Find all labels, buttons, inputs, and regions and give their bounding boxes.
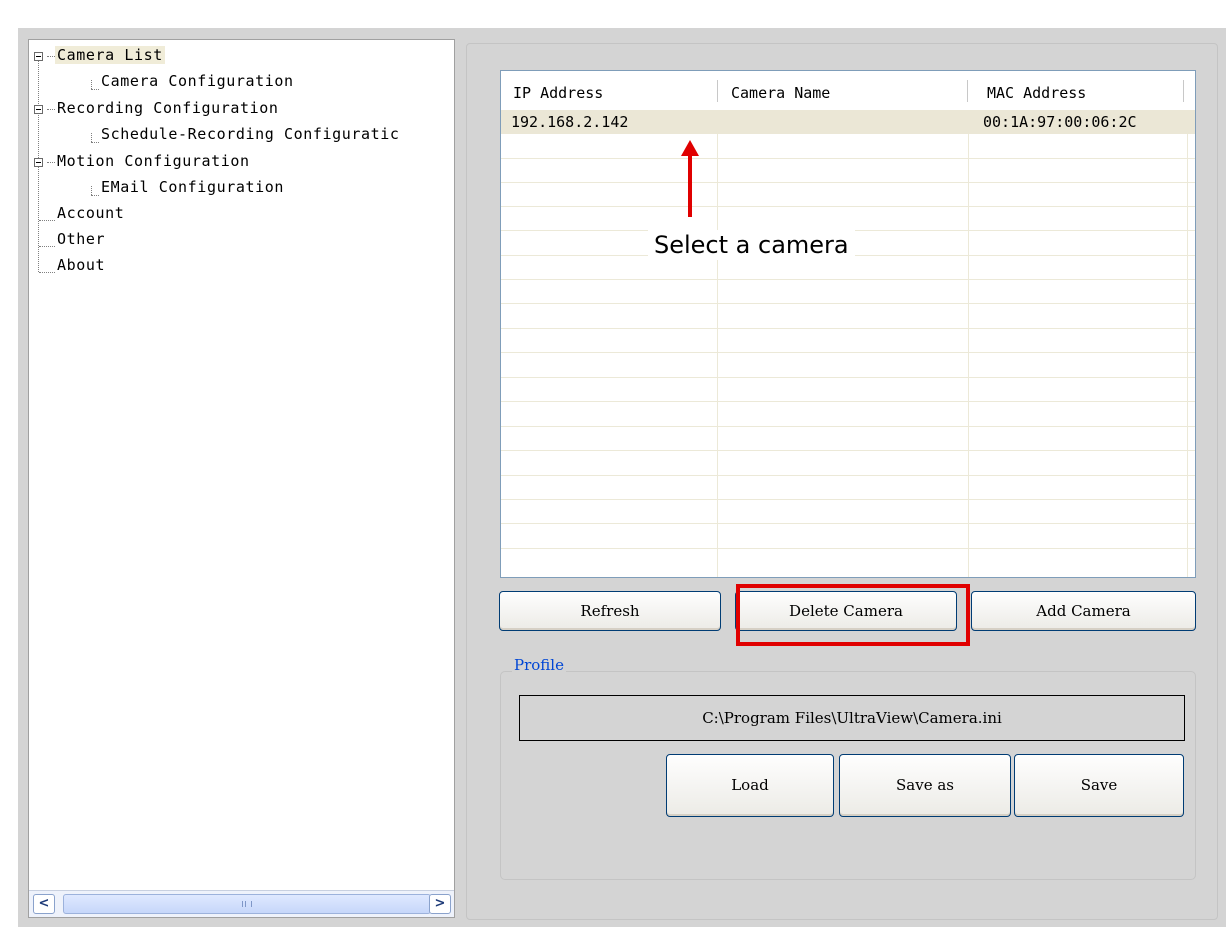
tree-connector	[47, 162, 55, 163]
grid-line	[501, 401, 1195, 402]
collapse-icon[interactable]	[34, 52, 43, 61]
tree-connector	[39, 220, 55, 221]
settings-tree-panel: Camera List Camera Configuration Recordi…	[28, 39, 455, 918]
camera-table: IP Address Camera Name MAC Address 192.1…	[500, 70, 1196, 578]
tree-item-schedule-recording-configuration[interactable]: Schedule-Recording Configuratic	[99, 125, 402, 143]
annotation-arrow	[688, 155, 692, 217]
load-button[interactable]: Load	[666, 754, 834, 817]
tree-connector	[91, 80, 92, 89]
column-header-ip-address[interactable]: IP Address	[501, 71, 717, 110]
profile-path-field[interactable]: C:\Program Files\UltraView\Camera.ini	[519, 695, 1185, 741]
tree-item-about[interactable]: About	[55, 256, 107, 274]
column-header-camera-name[interactable]: Camera Name	[719, 71, 969, 110]
grid-line	[1187, 134, 1188, 577]
grid-line	[501, 328, 1195, 329]
delete-camera-highlight	[736, 584, 970, 646]
grid-line	[501, 450, 1195, 451]
column-header-mac-address[interactable]: MAC Address	[971, 71, 1187, 110]
grid-line	[501, 279, 1195, 280]
profile-group-label: Profile	[512, 656, 566, 674]
grid-line	[501, 377, 1195, 378]
grid-line	[501, 523, 1195, 524]
cell-ip-address[interactable]: 192.168.2.142	[501, 110, 717, 134]
grid-line	[501, 499, 1195, 500]
arrow-up-icon	[681, 140, 699, 156]
table-header: IP Address Camera Name MAC Address	[501, 71, 1195, 110]
tree-item-camera-configuration[interactable]: Camera Configuration	[99, 72, 296, 90]
tree-connector	[91, 133, 92, 142]
cell-camera-name[interactable]	[719, 110, 969, 134]
grid-line	[501, 548, 1195, 549]
grid-line	[501, 158, 1195, 159]
tree-item-camera-list[interactable]: Camera List	[55, 46, 165, 64]
save-button[interactable]: Save	[1014, 754, 1184, 817]
tree-item-motion-configuration[interactable]: Motion Configuration	[55, 152, 252, 170]
tree-item-account[interactable]: Account	[55, 204, 126, 222]
grid-line	[501, 475, 1195, 476]
scroll-thumb[interactable]	[63, 894, 431, 914]
tree-connector	[91, 186, 92, 195]
tree-item-other[interactable]: Other	[55, 230, 107, 248]
tree-connector	[39, 272, 55, 273]
collapse-icon[interactable]	[34, 158, 43, 167]
tree-connector	[91, 89, 99, 90]
tree-connector	[47, 56, 55, 57]
tree-item-email-configuration[interactable]: EMail Configuration	[99, 178, 286, 196]
annotation-label: Select a camera	[648, 230, 855, 260]
grid-line	[501, 352, 1195, 353]
grid-line	[501, 206, 1195, 207]
tree-connector	[47, 109, 55, 110]
scroll-left-button[interactable]: <	[33, 894, 55, 914]
tree-connector	[39, 246, 55, 247]
column-divider[interactable]	[967, 80, 968, 102]
scroll-right-button[interactable]: >	[429, 894, 451, 914]
column-divider[interactable]	[1183, 80, 1184, 102]
refresh-button[interactable]: Refresh	[499, 591, 721, 631]
save-as-button[interactable]: Save as	[839, 754, 1011, 817]
column-divider[interactable]	[717, 80, 718, 102]
grid-line	[968, 134, 969, 577]
add-camera-button[interactable]: Add Camera	[971, 591, 1196, 631]
grid-line	[501, 182, 1195, 183]
horizontal-scrollbar[interactable]: < >	[29, 890, 454, 917]
tree-connector	[91, 142, 99, 143]
cell-mac-address[interactable]: 00:1A:97:00:06:2C	[971, 110, 1187, 134]
tree-item-recording-configuration[interactable]: Recording Configuration	[55, 99, 281, 117]
collapse-icon[interactable]	[34, 105, 43, 114]
settings-tree: Camera List Camera Configuration Recordi…	[29, 40, 454, 891]
tree-connector	[91, 195, 99, 196]
grid-line	[717, 134, 718, 577]
grid-line	[501, 303, 1195, 304]
grid-line	[501, 426, 1195, 427]
